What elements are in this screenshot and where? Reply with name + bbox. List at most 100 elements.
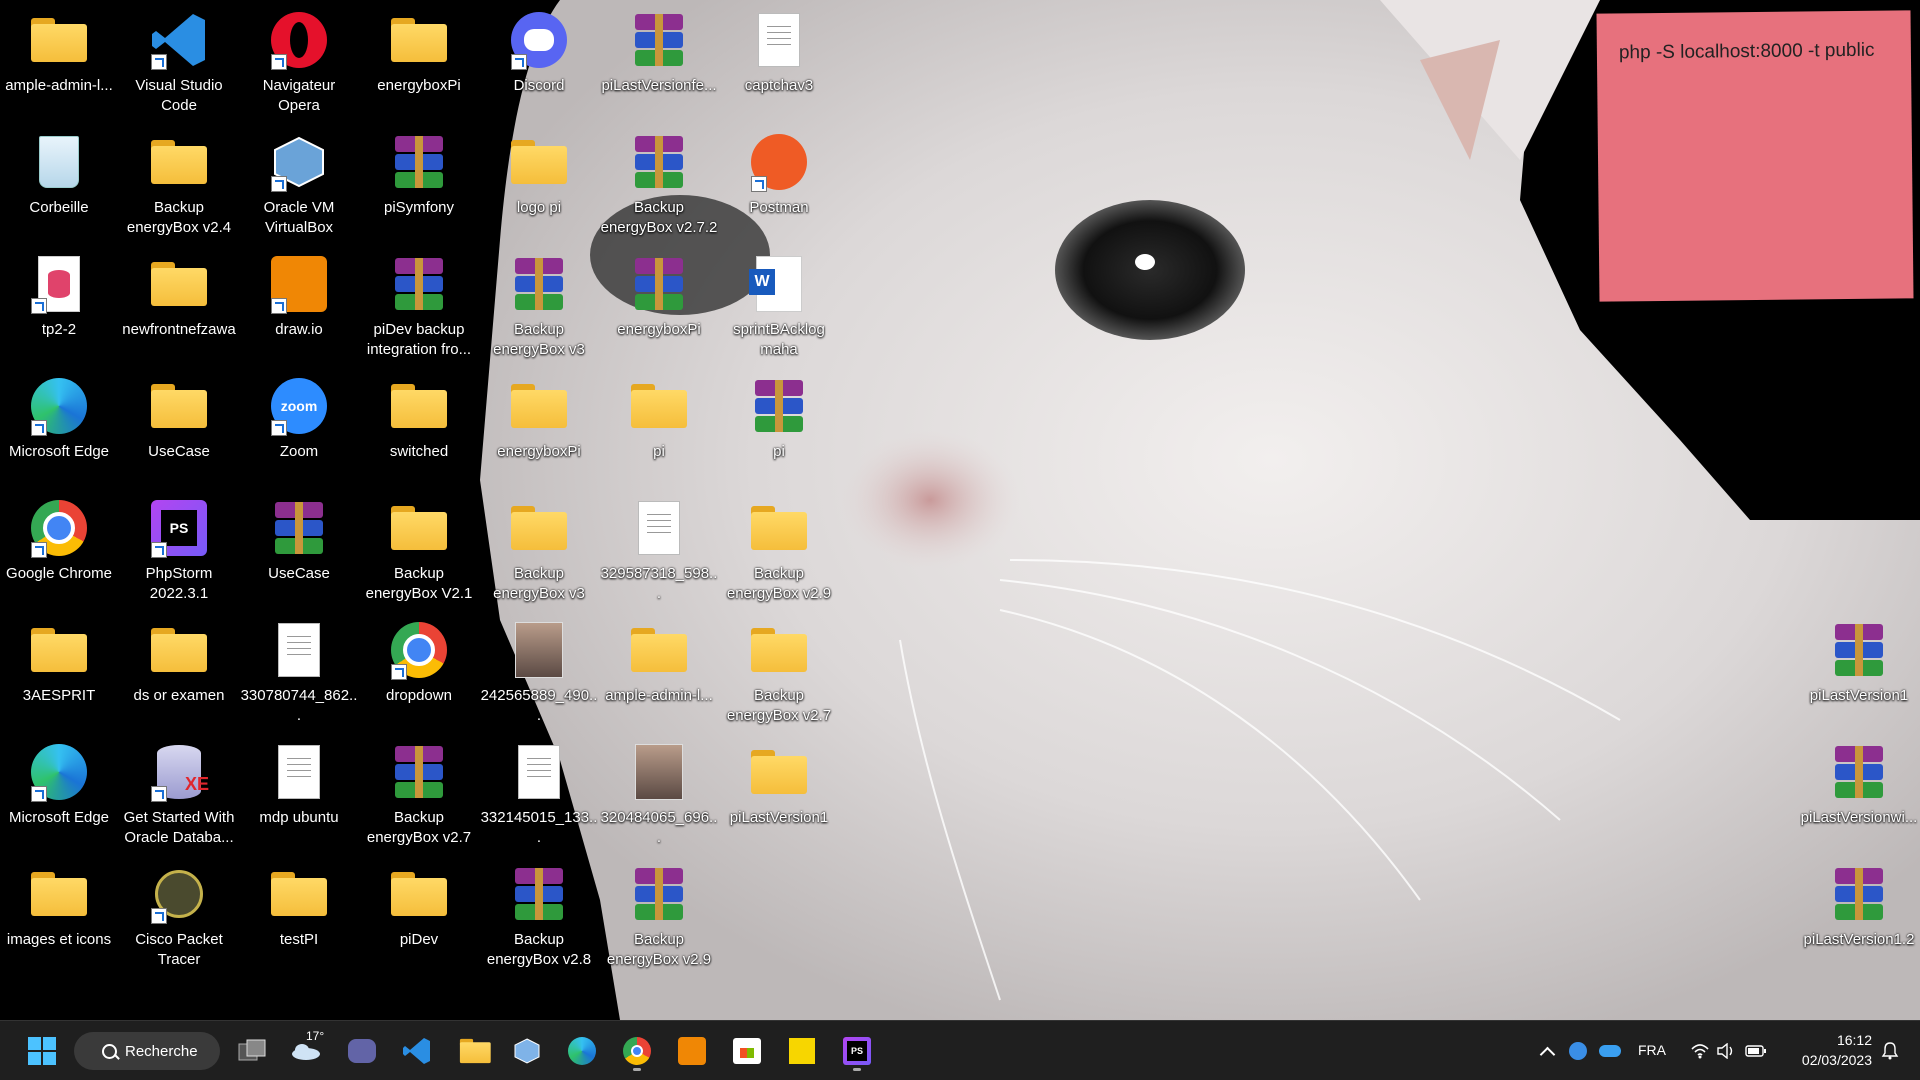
- desktop-icon[interactable]: piLastVersion1.2: [1800, 856, 1918, 974]
- desktop-icon[interactable]: Corbeille: [0, 124, 118, 242]
- desktop-icon-glyph: [1829, 864, 1889, 924]
- desktop-icon[interactable]: Discord: [480, 2, 598, 120]
- desktop-icon[interactable]: piDev: [360, 856, 478, 974]
- taskbar-chrome[interactable]: [615, 1029, 659, 1073]
- tray-app-icon[interactable]: [1564, 1029, 1592, 1073]
- wifi-button[interactable]: [1686, 1029, 1714, 1073]
- desktop-icon[interactable]: mdp ubuntu: [240, 734, 358, 852]
- desktop-icon[interactable]: ds or examen: [120, 612, 238, 730]
- desktop-icon-glyph: [29, 498, 89, 558]
- desktop-icon[interactable]: Backup energyBox v3: [480, 490, 598, 608]
- desktop-icon[interactable]: Backup energyBox v2.7: [720, 612, 838, 730]
- start-button[interactable]: [20, 1029, 64, 1073]
- desktop-icon[interactable]: Backup energyBox v3: [480, 246, 598, 364]
- desktop-icon[interactable]: Backup energyBox v2.4: [120, 124, 238, 242]
- show-hidden-icons-button[interactable]: [1534, 1029, 1560, 1073]
- desktop-icon[interactable]: Oracle VM VirtualBox: [240, 124, 358, 242]
- desktop-icon[interactable]: piLastVersion1: [720, 734, 838, 852]
- taskbar-phpstorm[interactable]: PS: [835, 1029, 879, 1073]
- taskbar-file-explorer[interactable]: [450, 1029, 494, 1073]
- desktop-icon[interactable]: draw.io: [240, 246, 358, 364]
- volume-button[interactable]: [1712, 1029, 1740, 1073]
- taskbar-edge[interactable]: [560, 1029, 604, 1073]
- desktop-icon[interactable]: newfrontnefzawa: [120, 246, 238, 364]
- desktop-icon[interactable]: 242565889_490...: [480, 612, 598, 730]
- language-indicator[interactable]: FRA: [1638, 1042, 1666, 1058]
- desktop-icon[interactable]: testPI: [240, 856, 358, 974]
- desktop-icon[interactable]: zoom Zoom: [240, 368, 358, 486]
- desktop-icon[interactable]: ample-admin-l...: [600, 612, 718, 730]
- desktop-icon[interactable]: piDev backup integration fro...: [360, 246, 478, 364]
- desktop-icon-label: 320484065_696...: [600, 809, 718, 846]
- desktop-icon[interactable]: UseCase: [240, 490, 358, 608]
- desktop-icon[interactable]: Backup energyBox v2.9: [720, 490, 838, 608]
- task-view-button[interactable]: [230, 1029, 274, 1073]
- sticky-note-text[interactable]: php -S localhost:8000 -t public: [1597, 10, 1912, 92]
- desktop-icon[interactable]: captchav3: [720, 2, 838, 120]
- onedrive-button[interactable]: [1594, 1029, 1626, 1073]
- desktop-icon-label: Backup energyBox v2.8: [486, 931, 592, 968]
- desktop-icon[interactable]: piLastVersion1: [1800, 612, 1918, 730]
- desktop-icon[interactable]: Backup energyBox v2.7.2: [600, 124, 718, 242]
- desktop-icon[interactable]: Backup energyBox v2.7: [360, 734, 478, 852]
- shortcut-arrow-icon: [271, 54, 287, 70]
- desktop-icon[interactable]: piLastVersionfe...: [600, 2, 718, 120]
- taskbar-vscode[interactable]: [395, 1029, 439, 1073]
- taskbar-teams-chat[interactable]: [340, 1029, 384, 1073]
- desktop-icon[interactable]: switched: [360, 368, 478, 486]
- desktop-icon[interactable]: Microsoft Edge: [0, 734, 118, 852]
- desktop-icon[interactable]: energyboxPi: [600, 246, 718, 364]
- desktop-icon[interactable]: WsprintBAcklog maha: [720, 246, 838, 364]
- taskbar-microsoft-store[interactable]: [725, 1029, 769, 1073]
- desktop-icon[interactable]: UseCase: [120, 368, 238, 486]
- desktop-icon[interactable]: tp2-2: [0, 246, 118, 364]
- desktop-icon-label: Corbeille: [29, 199, 89, 216]
- desktop-icon[interactable]: piLastVersionwi...: [1800, 734, 1918, 852]
- desktop-icon-label: images et icons: [6, 931, 112, 948]
- desktop-icon[interactable]: ample-admin-l...: [0, 2, 118, 120]
- desktop-icon[interactable]: Backup energyBox v2.8: [480, 856, 598, 974]
- desktop-icon-label: UseCase: [148, 443, 210, 460]
- sticky-note[interactable]: php -S localhost:8000 -t public: [1596, 10, 1914, 302]
- desktop-icon[interactable]: Postman: [720, 124, 838, 242]
- task-view-icon: [238, 1039, 266, 1061]
- desktop-icon[interactable]: 320484065_696...: [600, 734, 718, 852]
- desktop-icon[interactable]: Cisco Packet Tracer: [120, 856, 238, 974]
- taskbar-sticky-notes[interactable]: [780, 1029, 824, 1073]
- desktop-icon[interactable]: Microsoft Edge: [0, 368, 118, 486]
- desktop-icon-glyph: [509, 254, 569, 314]
- desktop-icon[interactable]: 332145015_133...: [480, 734, 598, 852]
- desktop-icon-label: energyboxPi: [617, 321, 701, 338]
- desktop-icon-glyph: [389, 132, 449, 192]
- desktop-icon[interactable]: pi: [600, 368, 718, 486]
- notifications-button[interactable]: [1876, 1029, 1904, 1073]
- desktop-icon[interactable]: logo pi: [480, 124, 598, 242]
- desktop-icon[interactable]: pi: [720, 368, 838, 486]
- search-box[interactable]: Recherche: [74, 1032, 220, 1070]
- desktop-icon[interactable]: energyboxPi: [360, 2, 478, 120]
- desktop-icon-label: Cisco Packet Tracer: [135, 931, 223, 968]
- clock[interactable]: 16:12 02/03/2023: [1782, 1030, 1872, 1070]
- search-icon: [102, 1043, 117, 1059]
- desktop-icon[interactable]: images et icons: [0, 856, 118, 974]
- desktop-icon[interactable]: piSymfony: [360, 124, 478, 242]
- desktop-icon[interactable]: XE Get Started With Oracle Databa...: [120, 734, 238, 852]
- desktop-icon[interactable]: PS PhpStorm 2022.3.1: [120, 490, 238, 608]
- desktop-icon[interactable]: 329587318_598...: [600, 490, 718, 608]
- folder-icon: [511, 384, 567, 428]
- taskbar: Recherche 17° PS FRA 16:12 02/03/2023: [0, 1020, 1920, 1080]
- desktop-icon[interactable]: Backup energyBox V2.1: [360, 490, 478, 608]
- document-icon: [278, 745, 320, 799]
- desktop-icon[interactable]: 3AESPRIT: [0, 612, 118, 730]
- taskbar-virtualbox[interactable]: [505, 1029, 549, 1073]
- desktop-icon[interactable]: Google Chrome: [0, 490, 118, 608]
- weather-widget[interactable]: 17°: [284, 1029, 328, 1073]
- desktop-icon[interactable]: 330780744_862...: [240, 612, 358, 730]
- desktop-icon[interactable]: Navigateur Opera: [240, 2, 358, 120]
- taskbar-drawio[interactable]: [670, 1029, 714, 1073]
- desktop-icon[interactable]: Visual Studio Code: [120, 2, 238, 120]
- desktop-icon[interactable]: energyboxPi: [480, 368, 598, 486]
- desktop-icon[interactable]: dropdown: [360, 612, 478, 730]
- desktop-icon[interactable]: Backup energyBox v2.9: [600, 856, 718, 974]
- battery-button[interactable]: [1742, 1029, 1770, 1073]
